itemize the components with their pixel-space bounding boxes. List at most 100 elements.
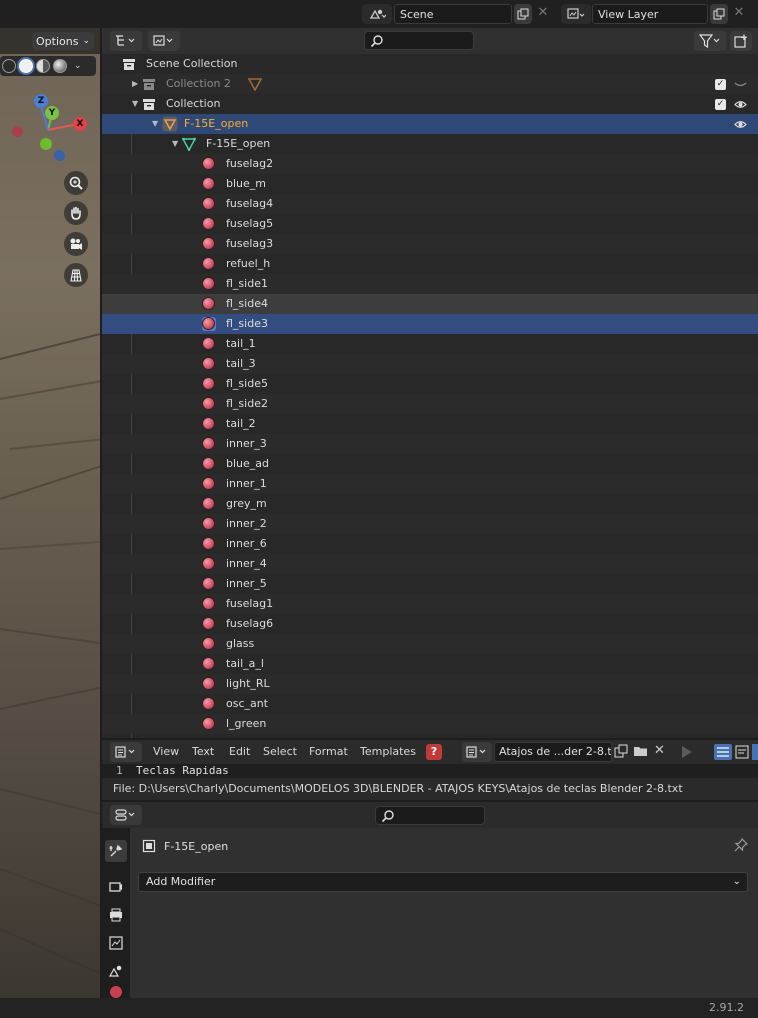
material-icon[interactable] (202, 337, 216, 351)
menu-format[interactable]: Format (309, 745, 348, 758)
menu-edit[interactable]: Edit (229, 745, 250, 758)
outliner-row-material[interactable]: fuselag2 (102, 154, 758, 174)
material-icon[interactable] (202, 157, 216, 171)
grid-perspective-icon[interactable] (64, 263, 88, 287)
menu-select[interactable]: Select (263, 745, 297, 758)
camera-icon[interactable] (64, 232, 88, 256)
material-icon[interactable] (202, 657, 216, 671)
open-folder-icon[interactable] (633, 744, 649, 760)
material-icon[interactable] (202, 217, 216, 231)
tab-render[interactable] (105, 876, 127, 898)
outliner-row-collection[interactable]: ▼ Collection ✓ (102, 94, 758, 114)
material-icon[interactable] (202, 637, 216, 651)
display-mode-button[interactable] (148, 31, 180, 51)
text-editor-type-button[interactable] (110, 742, 142, 762)
outliner-search-input[interactable] (364, 31, 474, 50)
outliner-row-material[interactable]: fl_side4 (102, 294, 758, 314)
text-file-name-field[interactable]: Atajos de ...der 2-8.txt (494, 742, 612, 762)
outliner-row-material[interactable]: inner_1 (102, 474, 758, 494)
zoom-icon[interactable] (64, 171, 88, 195)
scene-browse-button[interactable] (362, 4, 392, 24)
outliner-row-material[interactable]: grey_m (102, 494, 758, 514)
material-icon[interactable] (202, 477, 216, 491)
outliner-row-material[interactable]: glass (102, 634, 758, 654)
text-modified-icon[interactable]: ? (426, 744, 442, 760)
material-icon[interactable] (202, 357, 216, 371)
properties-search-input[interactable] (375, 806, 485, 825)
material-icon[interactable] (202, 177, 216, 191)
duplicate-icon[interactable] (614, 744, 630, 760)
line-numbers-toggle-icon[interactable] (714, 744, 732, 760)
material-icon[interactable] (202, 457, 216, 471)
options-dropdown[interactable]: Options ⌄ (32, 32, 94, 50)
outliner-row-material[interactable]: fl_side3 (102, 314, 758, 334)
new-view-layer-button[interactable] (710, 4, 728, 24)
outliner-row-material[interactable]: blue_ad (102, 454, 758, 474)
scene-close-icon[interactable]: ✕ (536, 6, 550, 20)
outliner-row-material[interactable]: fl_side1 (102, 274, 758, 294)
outliner-row-material[interactable]: l_green (102, 714, 758, 734)
rendered-shading-icon[interactable] (53, 59, 67, 73)
material-icon[interactable] (202, 517, 216, 531)
material-shading-icon[interactable] (36, 59, 50, 73)
material-icon[interactable] (202, 717, 216, 731)
x-axis-icon[interactable]: X (73, 117, 87, 131)
outliner-row-material[interactable]: tail_1 (102, 334, 758, 354)
outliner-row-material[interactable]: tail_3 (102, 354, 758, 374)
filter-button[interactable] (694, 31, 726, 51)
neg-y-axis-icon[interactable] (40, 138, 52, 150)
text-editor-body[interactable]: 1 Teclas Rapidas (102, 764, 758, 776)
editor-type-button[interactable] (110, 31, 142, 51)
outliner-row-material[interactable]: refuel_h (102, 254, 758, 274)
tab-output[interactable] (105, 904, 127, 926)
expand-down-icon[interactable]: ▼ (132, 99, 138, 108)
expand-down-icon[interactable]: ▼ (152, 119, 158, 128)
tab-view-layer[interactable] (105, 932, 127, 954)
menu-templates[interactable]: Templates (360, 745, 416, 758)
view-layer-close-icon[interactable]: ✕ (732, 6, 746, 20)
material-icon[interactable] (202, 197, 216, 211)
wireframe-shading-icon[interactable] (2, 59, 16, 73)
expand-right-icon[interactable]: ▶ (132, 79, 138, 88)
exclude-checkbox[interactable]: ✓ (715, 99, 726, 110)
outliner-row-material[interactable]: fuselag6 (102, 614, 758, 634)
material-icon[interactable] (202, 257, 216, 271)
material-icon[interactable] (202, 437, 216, 451)
outliner-row-material[interactable]: light_RL (102, 674, 758, 694)
y-axis-icon[interactable]: Y (45, 106, 59, 120)
outliner-row-material[interactable]: inner_5 (102, 574, 758, 594)
tab-tool[interactable] (105, 840, 127, 862)
new-scene-button[interactable] (514, 4, 532, 24)
properties-type-button[interactable] (110, 805, 142, 825)
eye-icon[interactable] (734, 100, 747, 109)
menu-view[interactable]: View (153, 745, 179, 758)
outliner-row-material[interactable]: tail_2 (102, 414, 758, 434)
material-icon[interactable] (202, 577, 216, 591)
3d-viewport[interactable]: Options ⌄ ⌄ X Y Z (0, 28, 100, 998)
material-icon[interactable] (202, 377, 216, 391)
view-layer-browse-button[interactable] (561, 4, 591, 24)
tab-scene[interactable] (105, 960, 127, 982)
new-collection-button[interactable] (730, 31, 752, 51)
neg-z-axis-icon[interactable] (54, 150, 65, 161)
expand-down-icon[interactable]: ▼ (172, 139, 178, 148)
outliner-row-material[interactable]: inner_4 (102, 554, 758, 574)
material-icon[interactable] (202, 557, 216, 571)
z-axis-icon[interactable]: Z (34, 94, 48, 108)
material-icon[interactable] (202, 237, 216, 251)
material-icon[interactable] (202, 537, 216, 551)
outliner-row-material[interactable]: fuselag1 (102, 594, 758, 614)
unlink-close-icon[interactable]: ✕ (654, 743, 670, 759)
neg-x-axis-icon[interactable] (12, 126, 23, 137)
outliner-row-material[interactable]: inner_3 (102, 434, 758, 454)
outliner-row-material[interactable]: fuselag5 (102, 214, 758, 234)
scene-name-field[interactable]: Scene (394, 4, 512, 24)
outliner-row-material[interactable]: osc_ant (102, 694, 758, 714)
solid-shading-icon[interactable] (19, 59, 33, 73)
pin-icon[interactable] (734, 838, 750, 854)
outliner-row-material[interactable]: fl_side2 (102, 394, 758, 414)
outliner-row-material[interactable]: blue_m (102, 174, 758, 194)
add-modifier-dropdown[interactable]: Add Modifier ⌄ (138, 872, 748, 892)
eye-closed-icon[interactable] (734, 80, 747, 89)
syntax-highlight-toggle-icon[interactable] (752, 744, 758, 760)
